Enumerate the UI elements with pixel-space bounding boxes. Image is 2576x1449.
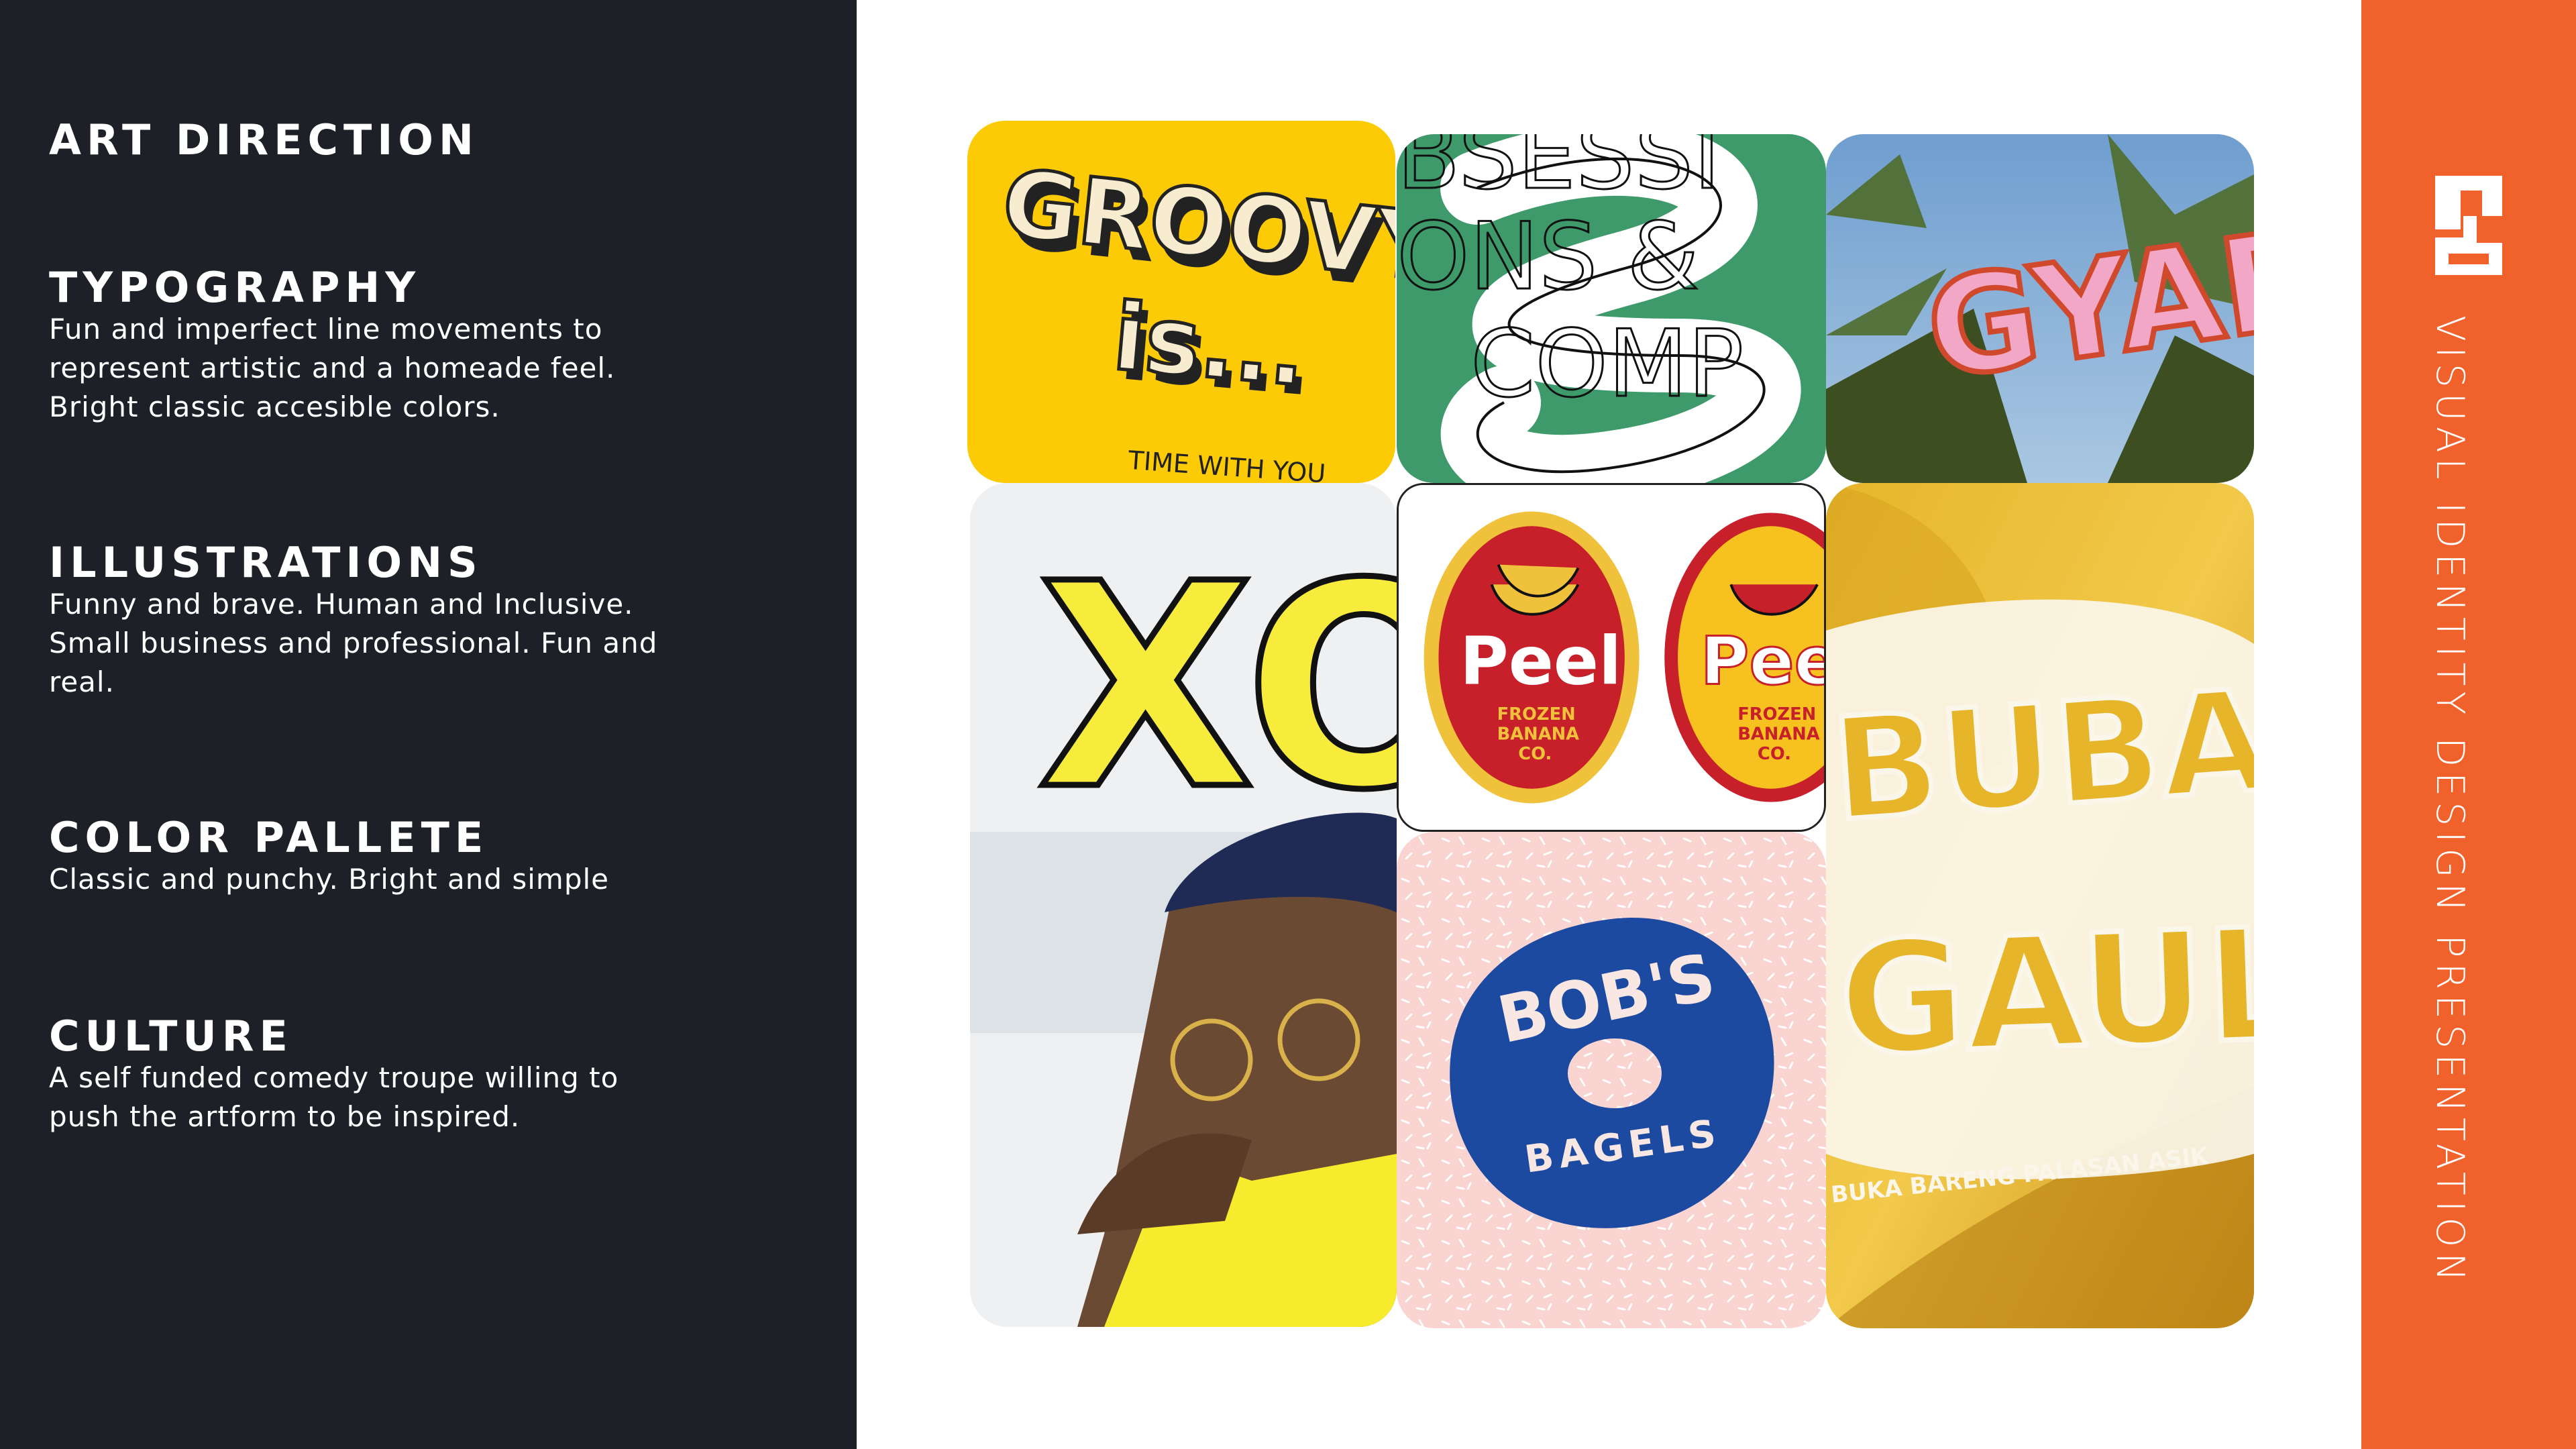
tile-banana-typography: BUBAH GAUL BUKA BARENG PALASAN ASIK [1826, 483, 2254, 1328]
nb-monogram-icon [2435, 176, 2502, 275]
tile-graffiti-photo: GYAF [1826, 134, 2254, 483]
tile-obsessions-typography: BSESSI ONS & COMP [1397, 134, 1826, 483]
page-title: ART DIRECTION [49, 115, 479, 164]
section-heading-color-pallete: COLOR PALLETE [49, 813, 489, 862]
peel-sub-3-b: CO. [1758, 744, 1791, 764]
section-body-illustrations: Funny and brave. Human and Inclusive. Sm… [49, 588, 658, 698]
bobs-artwork: BOB'S BAGELS [1397, 832, 1826, 1328]
xo-artwork: XO [970, 483, 1397, 1327]
section-heading-typography: TYPOGRAPHY [49, 263, 421, 312]
section-heading-illustrations: ILLUSTRATIONS [49, 538, 483, 587]
obsessions-line-1: BSESSI [1397, 134, 1721, 210]
obsessions-line-2: ONS & [1397, 203, 1699, 311]
art-direction-panel: ART DIRECTION TYPOGRAPHY Fun and imperfe… [0, 0, 857, 1449]
peel-sub-1: FROZEN [1497, 704, 1576, 724]
section-body-color-pallete: Classic and punchy. Bright and simple [49, 863, 609, 896]
tile-peel-logo: Peel FROZEN BANANA CO. Peel FROZEN BANAN… [1397, 483, 1826, 832]
tile-bobs-bagels-logo: BOB'S BAGELS [1397, 832, 1826, 1328]
obsessions-line-3: COMP [1470, 310, 1743, 418]
peel-sub-1-b: FROZEN [1737, 704, 1816, 724]
peel-sub-2: BANANA [1497, 724, 1580, 745]
graffiti-artwork: GYAF [1826, 134, 2254, 483]
peel-brand-text: Peel [1460, 623, 1621, 700]
section-heading-culture: CULTURE [49, 1012, 293, 1061]
groovy-artwork: GROOVY GROOVY is... is... TIME WITH YOU [967, 121, 1395, 483]
peel-sub-2-b: BANANA [1737, 724, 1820, 745]
banana-line-2: GAUL [1836, 895, 2254, 1090]
peel-sub-3: CO. [1518, 744, 1552, 764]
obsessions-artwork: BSESSI ONS & COMP [1397, 134, 1826, 483]
vertical-presentation-title: VISUAL IDENTITY DESIGN PRESENTATION [2428, 315, 2472, 1287]
banana-artwork: BUBAH GAUL BUKA BARENG PALASAN ASIK [1826, 483, 2254, 1328]
peel-brand-text-2: Peel [1701, 623, 1824, 700]
tile-groovy-typography: GROOVY GROOVY is... is... TIME WITH YOU [967, 121, 1395, 483]
tile-xo-photo: XO [970, 483, 1397, 1327]
groovy-is-text: is... [1109, 282, 1310, 407]
section-body-typography: Fun and imperfect line movements to repr… [49, 313, 616, 423]
xo-text: XO [1037, 524, 1397, 852]
section-body-culture: A self funded comedy troupe willing to p… [49, 1061, 619, 1133]
peel-artwork: Peel FROZEN BANANA CO. Peel FROZEN BANAN… [1399, 485, 1824, 830]
